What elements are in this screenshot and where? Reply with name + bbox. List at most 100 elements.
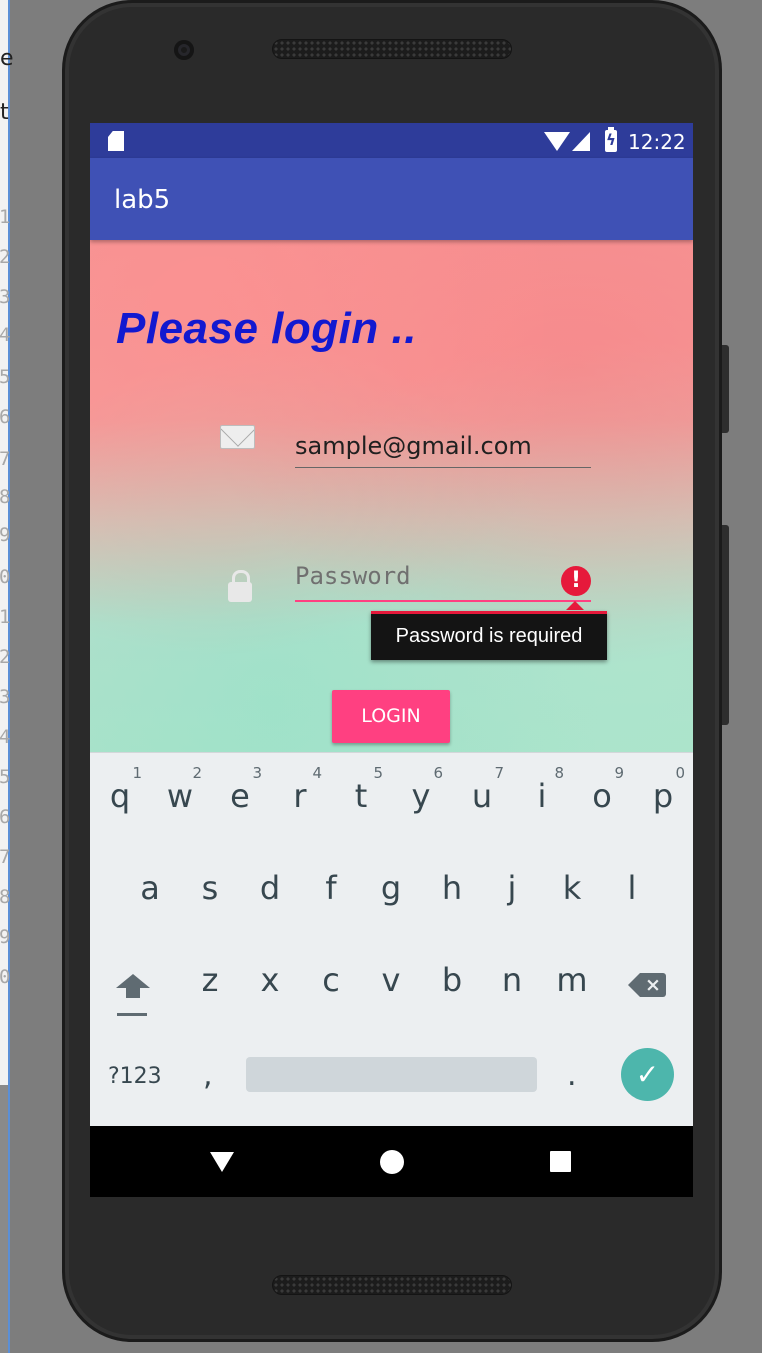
- key-p[interactable]: 0p: [635, 753, 691, 823]
- key-s[interactable]: s: [182, 845, 238, 915]
- key-t[interactable]: 5t: [333, 753, 389, 823]
- key-y[interactable]: 6y: [393, 753, 449, 823]
- ide-line-number: 5: [0, 766, 11, 788]
- enter-checkmark-icon[interactable]: ✓: [621, 1048, 674, 1101]
- ide-text-char: t: [0, 100, 9, 125]
- key-u[interactable]: 7u: [454, 753, 510, 823]
- top-speaker: [272, 39, 512, 59]
- key-label: j: [507, 869, 517, 907]
- status-clock: 12:22: [628, 130, 686, 154]
- back-icon[interactable]: [210, 1152, 234, 1172]
- soft-keyboard: 1q 2w 3e 4r 5t 6y 7u 8i 9o 0p a s d f g …: [90, 752, 693, 1126]
- ide-line-number: 4: [0, 324, 11, 346]
- ide-line-number: 4: [0, 726, 11, 748]
- volume-button[interactable]: [722, 345, 729, 433]
- key-f[interactable]: f: [303, 845, 359, 915]
- ide-line-number: 7: [0, 846, 11, 868]
- spacebar[interactable]: [246, 1057, 537, 1092]
- status-bar: 12:22: [90, 123, 693, 158]
- key-label: i: [537, 777, 547, 815]
- error-tooltip-arrow: [566, 601, 584, 610]
- key-v[interactable]: v: [363, 937, 419, 1007]
- key-b[interactable]: b: [424, 937, 480, 1007]
- key-n[interactable]: n: [484, 937, 540, 1007]
- ide-line-number: 7: [0, 448, 11, 470]
- battery-charging-icon: [605, 127, 617, 152]
- key-l[interactable]: l: [604, 845, 660, 915]
- key-label: h: [441, 869, 463, 907]
- key-w[interactable]: 2w: [152, 753, 208, 823]
- envelope-icon: [220, 425, 255, 449]
- key-label: m: [556, 961, 588, 999]
- ide-line-number: 6: [0, 406, 11, 428]
- key-label: e: [230, 777, 250, 815]
- sd-card-icon: [108, 131, 124, 151]
- key-q[interactable]: 1q: [92, 753, 148, 823]
- period-key[interactable]: .: [567, 1058, 577, 1093]
- key-h[interactable]: h: [424, 845, 480, 915]
- ide-background: e t 1 2 3 4 5 6 7 8 9 0 1 2 3 4 5 6 7 8 …: [0, 0, 14, 1353]
- key-label: c: [322, 961, 340, 999]
- error-alert-icon[interactable]: !: [561, 566, 591, 596]
- ide-line-number: 9: [0, 926, 11, 948]
- key-label: o: [592, 777, 612, 815]
- key-label: k: [562, 869, 582, 907]
- app-bar: lab5: [90, 158, 693, 240]
- home-icon[interactable]: [380, 1150, 404, 1174]
- shift-key[interactable]: [112, 968, 152, 1028]
- lock-icon: [228, 570, 252, 602]
- key-g[interactable]: g: [363, 845, 419, 915]
- key-d[interactable]: d: [242, 845, 298, 915]
- key-label: l: [627, 869, 637, 907]
- backspace-glyph: ×: [640, 973, 666, 997]
- key-o[interactable]: 9o: [574, 753, 630, 823]
- key-label: q: [109, 777, 131, 815]
- login-form: Please login .. sample@gmail.com Passwor…: [90, 240, 693, 752]
- ide-line-number: 1: [0, 206, 11, 228]
- key-j[interactable]: j: [484, 845, 540, 915]
- key-label: x: [260, 961, 280, 999]
- backspace-icon: [628, 973, 640, 997]
- ide-line-number: 6: [0, 806, 11, 828]
- key-x[interactable]: x: [242, 937, 298, 1007]
- bottom-speaker: [272, 1275, 512, 1295]
- key-i[interactable]: 8i: [514, 753, 570, 823]
- email-field[interactable]: sample@gmail.com: [295, 430, 591, 468]
- key-label: t: [354, 777, 368, 815]
- ide-line-number: 1: [0, 606, 11, 628]
- key-m[interactable]: m: [544, 937, 600, 1007]
- backspace-key[interactable]: ×: [628, 971, 669, 999]
- key-c[interactable]: c: [303, 937, 359, 1007]
- ide-line-number: 5: [0, 366, 11, 388]
- ide-line-number: 3: [0, 686, 11, 708]
- key-label: n: [501, 961, 523, 999]
- key-r[interactable]: 4r: [272, 753, 328, 823]
- key-label: r: [293, 777, 307, 815]
- key-z[interactable]: z: [182, 937, 238, 1007]
- recents-icon[interactable]: [550, 1151, 571, 1172]
- ide-line-number: 2: [0, 646, 11, 668]
- login-button[interactable]: LOGIN: [332, 690, 450, 743]
- key-e[interactable]: 3e: [212, 753, 268, 823]
- comma-key[interactable]: ,: [203, 1058, 213, 1093]
- app-title: lab5: [114, 185, 171, 215]
- ide-line-number: 0: [0, 966, 11, 988]
- device-screen: 12:22 lab5 Please login .. sample@gmail.…: [90, 123, 693, 1197]
- key-label: d: [259, 869, 281, 907]
- key-k[interactable]: k: [544, 845, 600, 915]
- login-heading: Please login ..: [116, 304, 417, 353]
- key-label: v: [381, 961, 401, 999]
- ide-line-number: 8: [0, 486, 11, 508]
- navigation-bar: [90, 1126, 693, 1197]
- signal-icon: [572, 132, 590, 151]
- key-label: f: [325, 869, 337, 907]
- power-button[interactable]: [722, 525, 729, 725]
- ide-line-number: 0: [0, 566, 11, 588]
- password-field[interactable]: Password: [295, 562, 591, 602]
- key-label: a: [140, 869, 160, 907]
- front-camera: [174, 40, 194, 60]
- ide-panel: [0, 1085, 8, 1353]
- key-a[interactable]: a: [122, 845, 178, 915]
- shift-arrow-icon: [116, 974, 150, 988]
- symbols-key[interactable]: ?123: [108, 1064, 162, 1089]
